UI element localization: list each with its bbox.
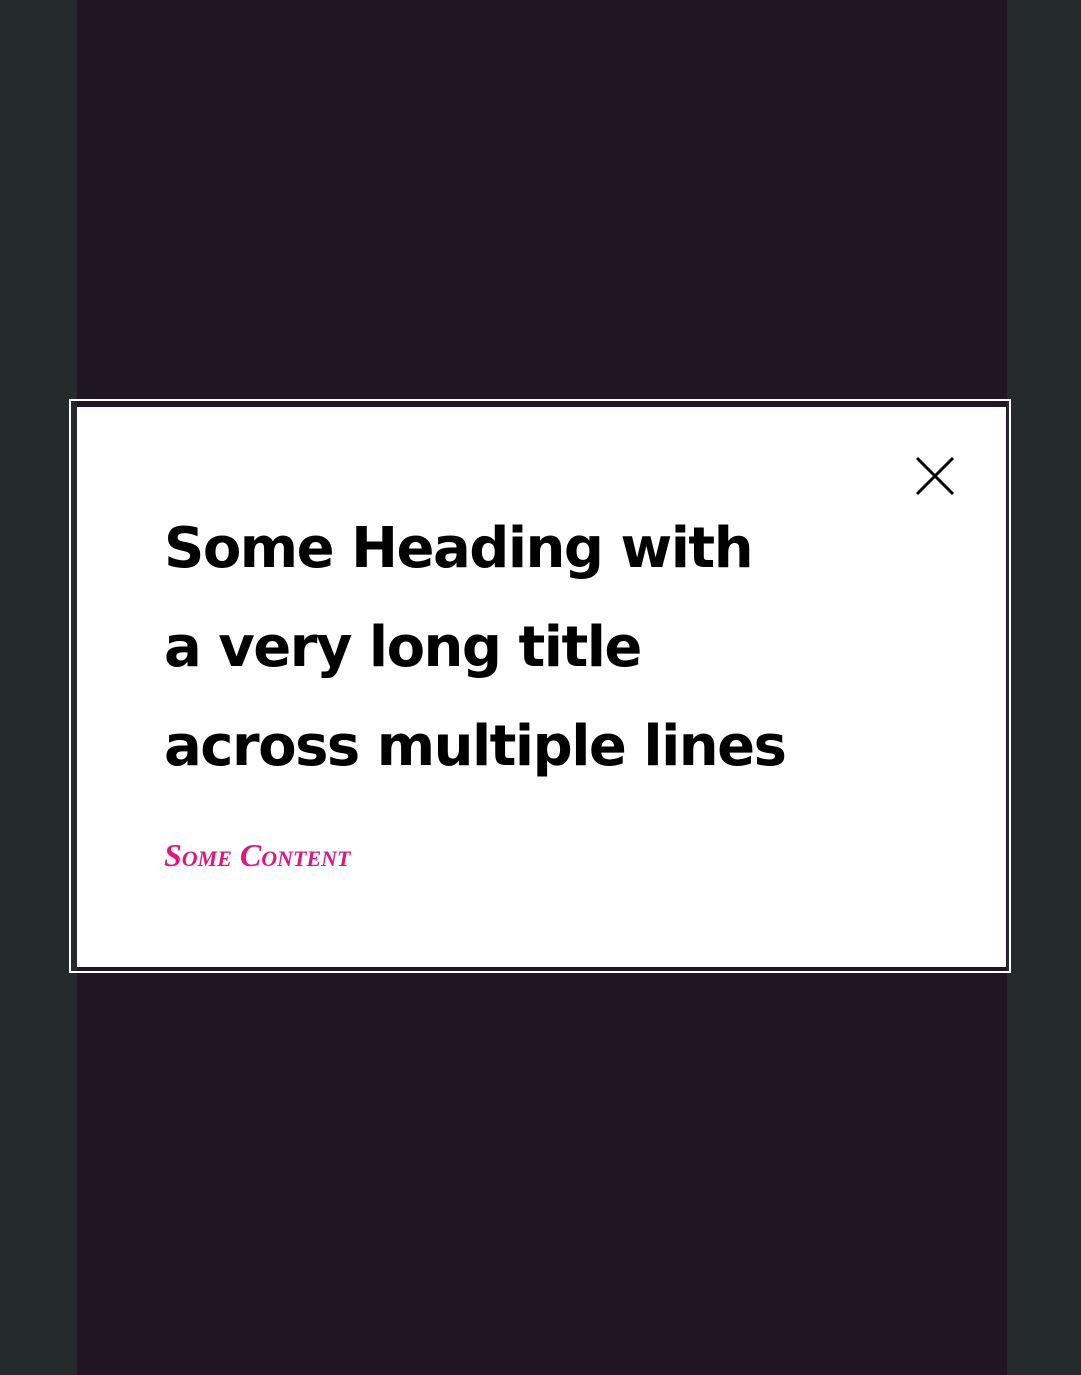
modal-dialog: Some Heading with a very long title acro… — [77, 407, 1006, 967]
close-icon — [915, 456, 955, 496]
dialog-heading: Some Heading with a very long title acro… — [164, 516, 787, 779]
close-button[interactable] — [910, 451, 960, 501]
dialog-content: Some Content — [164, 837, 351, 873]
